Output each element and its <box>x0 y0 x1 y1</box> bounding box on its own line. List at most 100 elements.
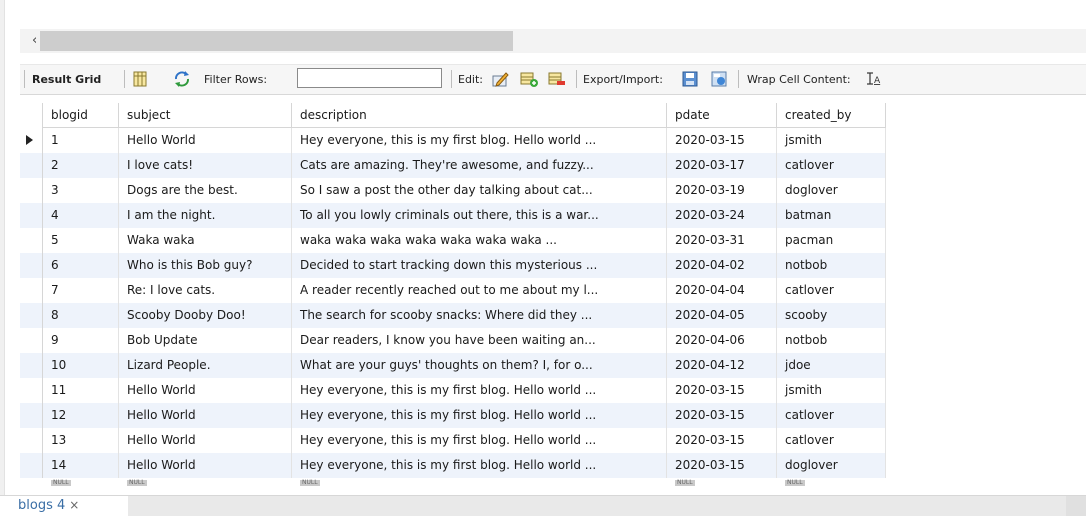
cell-created-by[interactable]: pacman <box>777 228 886 253</box>
cell-blogid[interactable]: 4 <box>43 203 119 228</box>
table-row[interactable]: 8 Scooby Dooby Doo! The search for scooby … <box>20 303 886 328</box>
cell-blogid[interactable]: 10 <box>43 353 119 378</box>
column-header-created-by[interactable]: created_by <box>777 103 886 128</box>
cell-subject[interactable]: Who is this Bob guy? <box>119 253 292 278</box>
cell-blogid[interactable]: 13 <box>43 428 119 453</box>
cell-subject[interactable]: Scooby Dooby Doo! <box>119 303 292 328</box>
table-row[interactable]: 9 Bob Update Dear readers, I know you have… <box>20 328 886 353</box>
row-header[interactable] <box>20 253 43 278</box>
null-cell[interactable]: NULL <box>667 478 777 486</box>
cell-description[interactable]: Hey everyone, this is my first blog. Hel… <box>292 403 667 428</box>
cell-description[interactable]: So I saw a post the other day talking ab… <box>292 178 667 203</box>
cell-description[interactable]: Hey everyone, this is my first blog. Hel… <box>292 428 667 453</box>
result-grid-label[interactable]: Result Grid <box>32 73 101 86</box>
cell-created-by[interactable]: doglover <box>777 178 886 203</box>
cell-created-by[interactable]: doglover <box>777 453 886 478</box>
table-row[interactable]: 2I love cats! Cats are amazing. They're a… <box>20 153 886 178</box>
new-row-placeholder[interactable]: NULL NULL NULL NULL NULL <box>20 478 886 486</box>
cell-subject[interactable]: I love cats! <box>119 153 292 178</box>
row-header[interactable] <box>20 203 43 228</box>
tab-scroll-button[interactable] <box>1066 496 1086 516</box>
cell-description[interactable]: Dear readers, I know you have been waiti… <box>292 328 667 353</box>
column-header-pdate[interactable]: pdate <box>667 103 777 128</box>
row-header[interactable] <box>20 328 43 353</box>
cell-pdate[interactable]: 2020-03-15 <box>667 128 777 153</box>
cell-subject[interactable]: Hello World <box>119 453 292 478</box>
tab-blogs-4[interactable]: blogs 4 × <box>18 498 79 513</box>
cell-pdate[interactable]: 2020-04-04 <box>667 278 777 303</box>
table-row[interactable]: 7 Re: I love cats. A reader recently reach… <box>20 278 886 303</box>
cell-blogid[interactable]: 7 <box>43 278 119 303</box>
scroll-left-icon[interactable]: ‹ <box>32 33 37 48</box>
cell-pdate[interactable]: 2020-03-15 <box>667 453 777 478</box>
table-row[interactable]: 10 Lizard People. What are your guys' thou… <box>20 353 886 378</box>
cell-pdate[interactable]: 2020-04-12 <box>667 353 777 378</box>
table-row[interactable]: 3 Dogs are the best. So I saw a post the o… <box>20 178 886 203</box>
refresh-icon[interactable] <box>173 70 191 88</box>
horizontal-scrollbar[interactable]: ‹ <box>20 29 1086 53</box>
table-row[interactable]: 11 Hello World Hey everyone, this is my fi… <box>20 378 886 403</box>
cell-created-by[interactable]: scooby <box>777 303 886 328</box>
table-row[interactable]: 5 Waka waka waka waka waka waka waka waka … <box>20 228 886 253</box>
cell-created-by[interactable]: notbob <box>777 253 886 278</box>
cell-blogid[interactable]: 2 <box>43 153 119 178</box>
cell-blogid[interactable]: 3 <box>43 178 119 203</box>
column-header-description[interactable]: description <box>292 103 667 128</box>
table-row[interactable]: 4I am the night. To all you lowly crimina… <box>20 203 886 228</box>
cell-pdate[interactable]: 2020-03-15 <box>667 403 777 428</box>
cell-subject[interactable]: Re: I love cats. <box>119 278 292 303</box>
cell-subject[interactable]: Hello World <box>119 378 292 403</box>
cell-description[interactable]: Hey everyone, this is my first blog. Hel… <box>292 453 667 478</box>
null-cell[interactable]: NULL <box>777 478 886 486</box>
export-icon[interactable] <box>681 70 699 88</box>
cell-description[interactable]: Hey everyone, this is my first blog. Hel… <box>292 378 667 403</box>
cell-blogid[interactable]: 14 <box>43 453 119 478</box>
row-header[interactable] <box>20 128 43 153</box>
cell-subject[interactable]: I am the night. <box>119 203 292 228</box>
cell-created-by[interactable]: notbob <box>777 328 886 353</box>
column-header-blogid[interactable]: blogid <box>43 103 119 128</box>
row-header[interactable] <box>20 278 43 303</box>
cell-subject[interactable]: Hello World <box>119 403 292 428</box>
cell-blogid[interactable]: 5 <box>43 228 119 253</box>
cell-pdate[interactable]: 2020-04-06 <box>667 328 777 353</box>
table-row[interactable]: 1 Hello World Hey everyone, this is my fir… <box>20 128 886 153</box>
row-header[interactable] <box>20 403 43 428</box>
cell-blogid[interactable]: 11 <box>43 378 119 403</box>
cell-created-by[interactable]: batman <box>777 203 886 228</box>
null-cell[interactable]: NULL <box>119 478 292 486</box>
null-cell[interactable]: NULL <box>292 478 667 486</box>
cell-created-by[interactable]: jsmith <box>777 378 886 403</box>
cell-blogid[interactable]: 1 <box>43 128 119 153</box>
row-header[interactable] <box>20 178 43 203</box>
table-row[interactable]: 14 Hello World Hey everyone, this is my fi… <box>20 453 886 478</box>
cell-subject[interactable]: Waka waka <box>119 228 292 253</box>
cell-blogid[interactable]: 12 <box>43 403 119 428</box>
cell-created-by[interactable]: catlover <box>777 403 886 428</box>
cell-subject[interactable]: Hello World <box>119 128 292 153</box>
row-header[interactable] <box>20 303 43 328</box>
table-row[interactable]: 12 Hello World Hey everyone, this is my fi… <box>20 403 886 428</box>
row-header[interactable] <box>20 228 43 253</box>
delete-row-icon[interactable] <box>548 70 566 88</box>
cell-description[interactable]: What are your guys' thoughts on them? I,… <box>292 353 667 378</box>
cell-description[interactable]: Hey everyone, this is my first blog. Hel… <box>292 128 667 153</box>
close-icon[interactable]: × <box>69 498 79 512</box>
cell-description[interactable]: Cats are amazing. They're awesome, and f… <box>292 153 667 178</box>
edit-cell-icon[interactable] <box>491 70 509 88</box>
cell-created-by[interactable]: catlover <box>777 278 886 303</box>
cell-pdate[interactable]: 2020-03-24 <box>667 203 777 228</box>
cell-subject[interactable]: Hello World <box>119 428 292 453</box>
row-header[interactable] <box>20 378 43 403</box>
row-header[interactable] <box>20 153 43 178</box>
cell-pdate[interactable]: 2020-03-17 <box>667 153 777 178</box>
import-icon[interactable] <box>710 70 728 88</box>
table-row[interactable]: 13 Hello World Hey everyone, this is my fi… <box>20 428 886 453</box>
cell-created-by[interactable]: catlover <box>777 153 886 178</box>
null-cell[interactable]: NULL <box>43 478 119 486</box>
column-header-subject[interactable]: subject <box>119 103 292 128</box>
filter-rows-input[interactable] <box>297 68 442 88</box>
cell-description[interactable]: Decided to start tracking down this myst… <box>292 253 667 278</box>
cell-blogid[interactable]: 9 <box>43 328 119 353</box>
cell-description[interactable]: A reader recently reached out to me abou… <box>292 278 667 303</box>
